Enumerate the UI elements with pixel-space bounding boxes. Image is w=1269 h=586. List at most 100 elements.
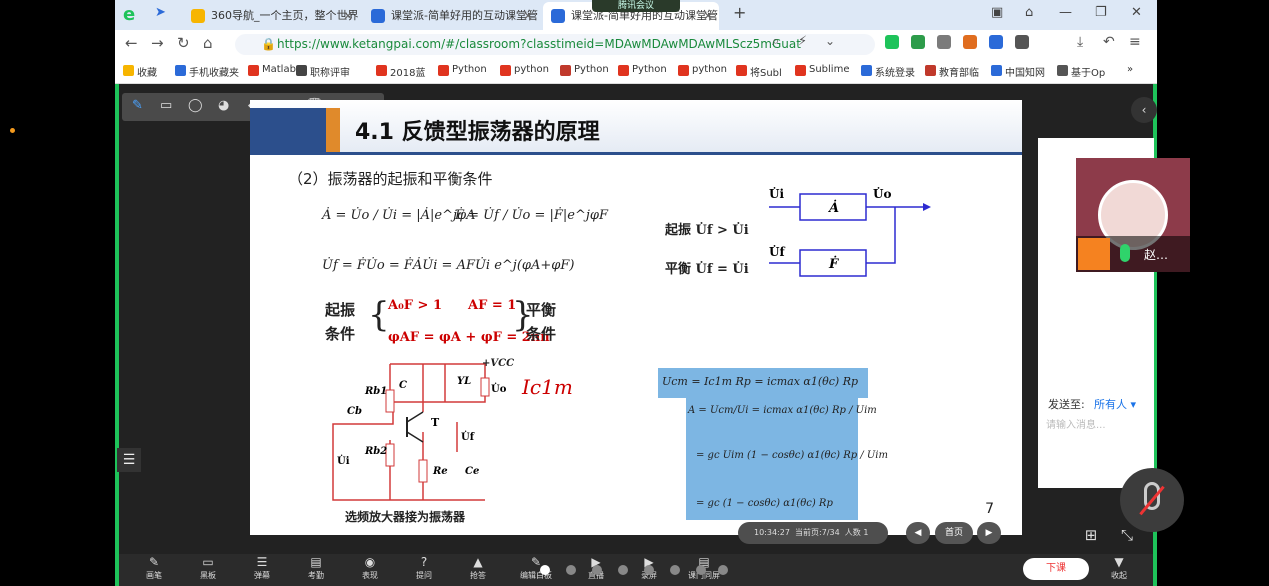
bookmarks-star[interactable]: 收藏: [123, 64, 157, 79]
next-slide-button[interactable]: ▶: [977, 522, 1001, 544]
collapse-panel-button[interactable]: ‹: [1131, 97, 1157, 123]
shirt-icon[interactable]: ⌂: [1025, 5, 1033, 20]
left-brace: {: [368, 295, 390, 335]
minimize-icon[interactable]: —: [1059, 5, 1072, 20]
tool-label: 收起: [1111, 571, 1127, 580]
prev-slide-button[interactable]: ◀: [906, 522, 930, 544]
participant-video[interactable]: 赵…: [1076, 158, 1190, 272]
page-dot[interactable]: [540, 565, 550, 575]
circuit-caption: 选频放大器接为振荡器: [345, 510, 466, 524]
bookmark-label: Python: [632, 64, 667, 75]
tool-pen[interactable]: ✎ 画笔: [129, 554, 179, 582]
ellipse-icon[interactable]: ◯: [188, 98, 203, 113]
tool-danmaku[interactable]: ☰ 弹幕: [237, 554, 287, 582]
bookmark[interactable]: 基于Op: [1057, 64, 1105, 79]
bookmark[interactable]: 职称评审: [296, 64, 350, 79]
bookmark-label: Python: [574, 64, 609, 75]
close-icon[interactable]: ✕: [523, 2, 533, 30]
equation-a: Ȧ = U̇o / U̇i = |Ȧ|e^jφA: [322, 208, 476, 223]
bookmark[interactable]: Python: [618, 64, 667, 76]
bookmark[interactable]: python: [500, 64, 549, 76]
page-dot[interactable]: [592, 565, 602, 575]
extension-icon[interactable]: [885, 35, 899, 49]
bookmark[interactable]: Python: [560, 64, 609, 76]
fox-icon[interactable]: [963, 35, 977, 49]
grid-icon[interactable]: ⊞: [1080, 524, 1102, 546]
bookmark[interactable]: Sublime: [795, 64, 849, 76]
label-c: C: [399, 380, 407, 391]
chevron-down-icon[interactable]: ⌄: [825, 34, 835, 48]
mute-mic-button[interactable]: [1120, 468, 1184, 532]
home-slide-button[interactable]: 首页: [935, 522, 973, 544]
browser-logo-icon[interactable]: e: [123, 4, 135, 25]
label-t: T: [431, 416, 440, 429]
close-icon[interactable]: ✕: [343, 2, 353, 30]
page-dot[interactable]: [670, 565, 680, 575]
download-icon[interactable]: ⤓: [1077, 34, 1083, 50]
node-uo: U̇o: [873, 186, 891, 201]
collapse-toolbar[interactable]: ▼ 收起: [1094, 554, 1144, 582]
tool-attendance[interactable]: ▤ 考勤: [291, 554, 341, 582]
palette-icon[interactable]: ◕: [218, 98, 229, 113]
more-bookmarks-icon[interactable]: »: [1127, 64, 1133, 75]
bookmark[interactable]: 手机收藏夹: [175, 64, 239, 79]
label-ui: U̇i: [337, 455, 350, 467]
apps-icon[interactable]: [1015, 35, 1029, 49]
page-dot[interactable]: [696, 565, 706, 575]
tool-question[interactable]: ? 提问: [399, 554, 449, 582]
bookmark[interactable]: 中国知网: [991, 64, 1045, 79]
bookmark[interactable]: 将Subl: [736, 64, 782, 79]
tab-360[interactable]: 360导航_一个主页，整个世界 ✕: [183, 2, 359, 30]
restore-icon[interactable]: ❐: [1095, 5, 1107, 20]
bookmark[interactable]: Matlab: [248, 64, 296, 76]
bookmark-label: 中国知网: [1005, 68, 1045, 79]
tool-quick-answer[interactable]: ▲ 抢答: [453, 554, 503, 582]
bookmark[interactable]: 教育部临: [925, 64, 979, 79]
tool-performance[interactable]: ◉ 表现: [345, 554, 395, 582]
message-input[interactable]: 请输入消息...: [1046, 416, 1106, 431]
node-uf: U̇f: [769, 244, 785, 259]
tab-list-icon[interactable]: ▣: [991, 5, 1003, 20]
tool-edit-whiteboard[interactable]: ✎ 编辑白板: [511, 554, 561, 582]
tool-label: 黑板: [200, 571, 216, 580]
new-tab-button[interactable]: +: [733, 3, 746, 22]
person-icon: [1078, 238, 1110, 270]
bookmark[interactable]: python: [678, 64, 727, 76]
mic-icon[interactable]: [1120, 244, 1130, 262]
send-target-dropdown[interactable]: 所有人 ▾: [1094, 396, 1136, 412]
page-dot[interactable]: [644, 565, 654, 575]
lock-icon: 🔒: [261, 37, 276, 51]
page-dot[interactable]: [618, 565, 628, 575]
360-icon: [191, 9, 205, 23]
tool-blackboard[interactable]: ▭ 黑板: [183, 554, 233, 582]
wechat-icon[interactable]: [911, 35, 925, 49]
tab-ketangpai-1[interactable]: 课堂派-简单好用的互动课堂管 ✕: [363, 2, 539, 30]
bookmark[interactable]: 系统登录: [861, 64, 915, 79]
node-ui: U̇i: [769, 186, 784, 201]
close-window-icon[interactable]: ✕: [1131, 5, 1142, 20]
magnifier-icon[interactable]: [989, 35, 1003, 49]
menu-list-icon[interactable]: ☰: [117, 448, 141, 472]
close-icon[interactable]: ✕: [703, 2, 713, 30]
home-icon[interactable]: ⌂: [203, 34, 213, 52]
tab-label: 360导航_一个主页，整个世界: [211, 9, 359, 22]
bookmark[interactable]: Python: [438, 64, 487, 76]
search-icon[interactable]: ⌕: [772, 34, 779, 49]
flash-icon[interactable]: ⚡: [798, 34, 807, 49]
end-class-button[interactable]: 下课: [1023, 558, 1089, 580]
send-icon[interactable]: ➤: [155, 5, 166, 20]
scissors-icon[interactable]: [937, 35, 951, 49]
bookmark[interactable]: 2018蓝: [376, 64, 425, 79]
back-icon[interactable]: ←: [125, 34, 138, 52]
pen-icon[interactable]: ✎: [132, 98, 143, 113]
undo-icon[interactable]: ↶: [1103, 34, 1115, 50]
page-dot[interactable]: [718, 565, 728, 575]
page-dot[interactable]: [566, 565, 576, 575]
vcc-label: +VCC: [482, 358, 515, 369]
meeting-banner[interactable]: 腾讯会议: [592, 0, 680, 12]
rectangle-icon[interactable]: ▭: [160, 98, 172, 113]
forward-icon[interactable]: →: [151, 34, 164, 52]
people-count: 人数 1: [844, 528, 869, 537]
reload-icon[interactable]: ↻: [177, 34, 190, 52]
menu-icon[interactable]: ≡: [1129, 34, 1141, 50]
